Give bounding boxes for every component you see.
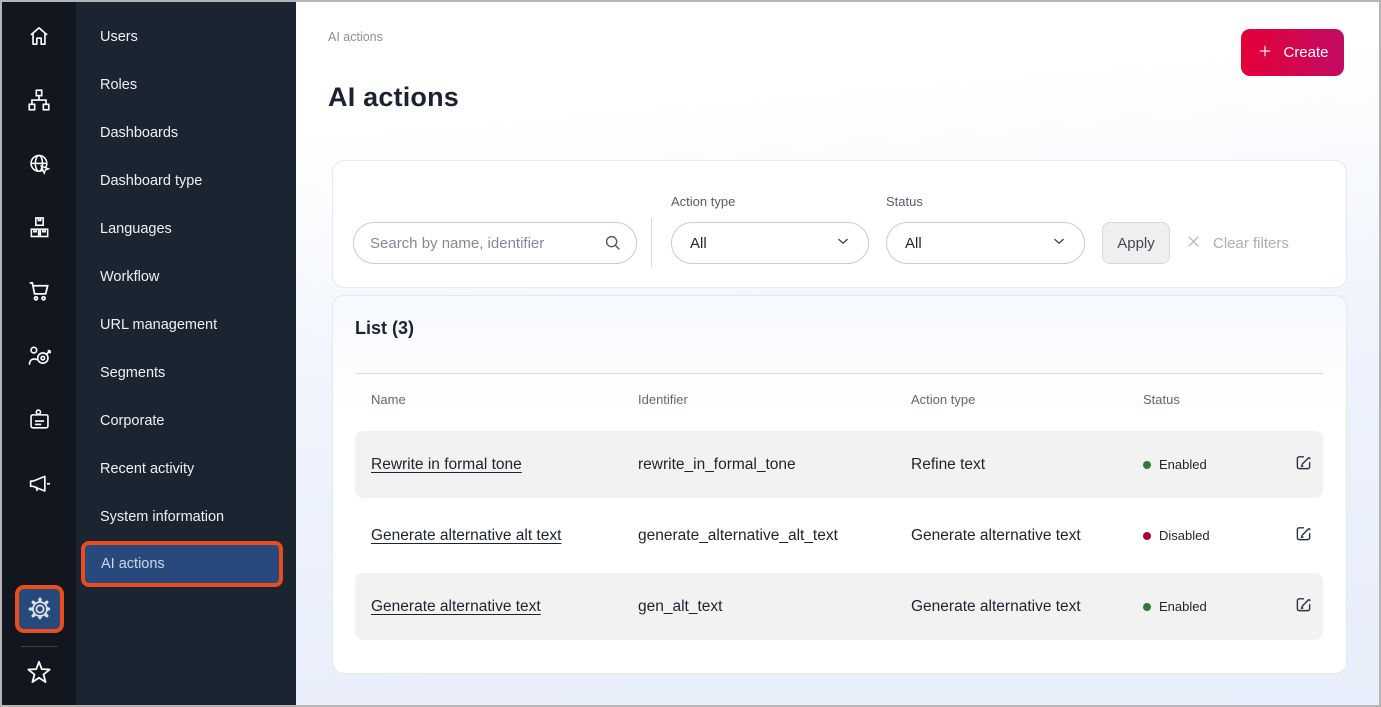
icon-rail — [2, 2, 76, 705]
megaphone-icon[interactable] — [22, 467, 56, 501]
sidebar-item-label: URL management — [100, 317, 217, 333]
edit-icon — [1293, 452, 1314, 478]
sidebar-item-users[interactable]: Users — [76, 13, 296, 61]
list-divider — [355, 373, 1323, 374]
sidebar-item-label: Roles — [100, 77, 137, 93]
action-type-label: Action type — [671, 194, 735, 209]
main-content: AI actions Create AI actions Action type… — [296, 2, 1379, 705]
sidebar-item-recent-activity[interactable]: Recent activity — [76, 445, 296, 493]
star-icon[interactable] — [22, 656, 56, 690]
apply-button[interactable]: Apply — [1102, 222, 1170, 264]
page-title: AI actions — [328, 82, 459, 113]
sidebar-item-label: Workflow — [100, 269, 159, 285]
edit-icon — [1293, 594, 1314, 620]
status-badge: Enabled — [1143, 599, 1293, 614]
table-row: Generate alternative alt text generate_a… — [355, 502, 1323, 569]
status-text: Disabled — [1159, 528, 1210, 543]
plus-icon — [1256, 42, 1274, 64]
status-dropdown[interactable]: All — [886, 222, 1085, 264]
list-heading: List (3) — [355, 318, 414, 339]
home-icon[interactable] — [22, 19, 56, 53]
clear-filters-label: Clear filters — [1213, 235, 1289, 252]
sidebar-item-label: AI actions — [101, 556, 165, 572]
filter-panel: Action type All Status All Apply Clear f… — [332, 160, 1347, 288]
status-value: All — [905, 235, 922, 252]
table-body: Rewrite in formal tone rewrite_in_formal… — [355, 431, 1323, 644]
sidebar-item-label: Users — [100, 29, 138, 45]
filter-divider — [651, 218, 652, 268]
status-badge: Enabled — [1143, 457, 1293, 472]
list-panel: List (3) Name Identifier Action type Sta… — [332, 295, 1347, 674]
search-input[interactable] — [353, 222, 637, 264]
rail-divider — [21, 646, 58, 647]
sidebar-item-label: Languages — [100, 221, 172, 237]
app-window: Users Roles Dashboards Dashboard type La… — [0, 0, 1381, 707]
action-type-value: All — [690, 235, 707, 252]
globe-icon[interactable] — [22, 147, 56, 181]
status-dot — [1143, 532, 1151, 540]
cart-icon[interactable] — [22, 274, 56, 308]
sidebar-item-label: Recent activity — [100, 461, 194, 477]
target-icon[interactable] — [22, 339, 56, 373]
sidebar-item-segments[interactable]: Segments — [76, 349, 296, 397]
sidebar-item-dashboard-type[interactable]: Dashboard type — [76, 157, 296, 205]
status-text: Enabled — [1159, 599, 1207, 614]
sidebar-item-roles[interactable]: Roles — [76, 61, 296, 109]
badge-icon[interactable] — [22, 403, 56, 437]
status-text: Enabled — [1159, 457, 1207, 472]
sidebar-item-label: System information — [100, 509, 224, 525]
table-header-row: Name Identifier Action type Status — [355, 384, 1323, 414]
edit-button[interactable] — [1293, 452, 1326, 478]
sidebar-item-corporate[interactable]: Corporate — [76, 397, 296, 445]
settings-menu: Users Roles Dashboards Dashboard type La… — [76, 2, 296, 705]
chevron-down-icon — [1050, 232, 1068, 255]
settings-nav-active[interactable] — [15, 585, 64, 633]
clear-filters-button[interactable]: Clear filters — [1184, 222, 1289, 264]
column-header-name: Name — [371, 392, 638, 407]
row-action-type: Generate alternative text — [911, 598, 1143, 616]
packages-icon[interactable] — [22, 210, 56, 244]
sidebar-item-label: Corporate — [100, 413, 164, 429]
row-name-link[interactable]: Generate alternative alt text — [371, 527, 561, 544]
sidebar-item-label: Dashboards — [100, 125, 178, 141]
status-badge: Disabled — [1143, 528, 1293, 543]
breadcrumb[interactable]: AI actions — [328, 30, 383, 44]
action-type-dropdown[interactable]: All — [671, 222, 869, 264]
column-header-identifier: Identifier — [638, 392, 911, 407]
close-icon — [1184, 232, 1203, 255]
column-header-status: Status — [1143, 392, 1293, 407]
row-action-type: Generate alternative text — [911, 527, 1143, 545]
sidebar-item-url-management[interactable]: URL management — [76, 301, 296, 349]
status-dot — [1143, 461, 1151, 469]
chevron-down-icon — [834, 232, 852, 255]
settings-gear-icon — [26, 595, 54, 623]
column-header-action-type: Action type — [911, 392, 1143, 407]
sidebar-item-label: Segments — [100, 365, 165, 381]
sitemap-icon[interactable] — [22, 83, 56, 117]
create-button-label: Create — [1283, 44, 1328, 61]
sidebar-item-workflow[interactable]: Workflow — [76, 253, 296, 301]
row-identifier: gen_alt_text — [638, 598, 911, 616]
sidebar-item-dashboards[interactable]: Dashboards — [76, 109, 296, 157]
edit-icon — [1293, 523, 1314, 549]
row-name-link[interactable]: Rewrite in formal tone — [371, 456, 522, 473]
edit-button[interactable] — [1293, 523, 1326, 549]
table-row: Generate alternative text gen_alt_text G… — [355, 573, 1323, 640]
status-dot — [1143, 603, 1151, 611]
sidebar-item-ai-actions[interactable]: AI actions — [81, 541, 283, 587]
table-row: Rewrite in formal tone rewrite_in_formal… — [355, 431, 1323, 498]
row-action-type: Refine text — [911, 456, 1143, 474]
sidebar-item-languages[interactable]: Languages — [76, 205, 296, 253]
row-identifier: rewrite_in_formal_tone — [638, 456, 911, 474]
sidebar-item-label: Dashboard type — [100, 173, 202, 189]
sidebar-item-system-information[interactable]: System information — [76, 493, 296, 541]
create-button[interactable]: Create — [1241, 29, 1344, 76]
search-icon — [602, 232, 624, 259]
row-name-link[interactable]: Generate alternative text — [371, 598, 541, 615]
row-identifier: generate_alternative_alt_text — [638, 527, 911, 545]
edit-button[interactable] — [1293, 594, 1326, 620]
status-label: Status — [886, 194, 923, 209]
